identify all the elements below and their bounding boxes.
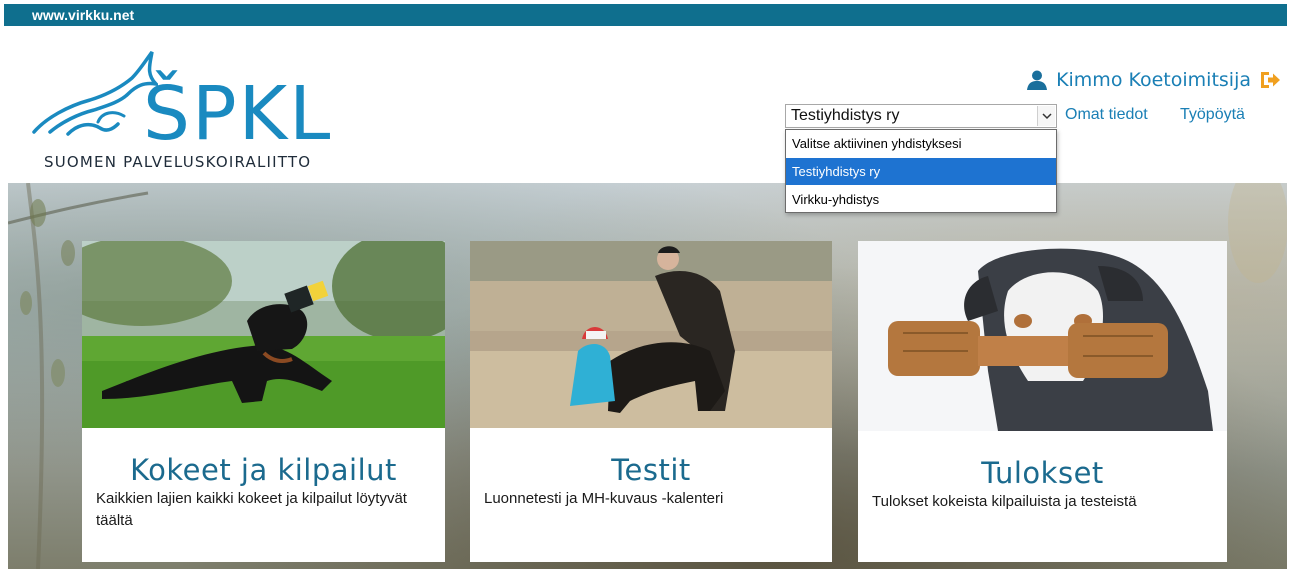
card-title: Tulokset bbox=[981, 456, 1104, 490]
desktop-link[interactable]: Työpöytä bbox=[1180, 106, 1245, 124]
card-title: Testit bbox=[611, 453, 691, 487]
association-dropdown-list: Valitse aktiivinen yhdistyksesi Testiyhd… bbox=[785, 129, 1057, 213]
user-name[interactable]: Kimmo Koetoimitsija bbox=[1056, 69, 1251, 91]
spkl-logo[interactable]: ŠPKL SUOMEN PALVELUSKOIRALIITTO bbox=[28, 48, 338, 178]
logo-letters: ŠPKL bbox=[143, 71, 333, 157]
association-select[interactable]: Testiyhdistys ry bbox=[785, 104, 1057, 128]
card-description: Luonnetesti ja MH-kuvaus -kalenteri bbox=[484, 490, 724, 507]
testit-image bbox=[470, 241, 832, 428]
dropdown-option-selected[interactable]: Testiyhdistys ry bbox=[786, 158, 1056, 185]
australian-shepherd-image bbox=[858, 241, 1227, 431]
dropdown-option[interactable]: Valitse aktiivinen yhdistyksesi bbox=[786, 130, 1056, 157]
logo-subtitle: SUOMEN PALVELUSKOIRALIITTO bbox=[44, 153, 312, 171]
chevron-down-icon[interactable] bbox=[1037, 106, 1055, 126]
card-title: Kokeet ja kilpailut bbox=[130, 453, 397, 487]
top-bar: www.virkku.net bbox=[4, 4, 1287, 26]
user-area: Kimmo Koetoimitsija bbox=[1026, 66, 1281, 94]
own-info-link[interactable]: Omat tiedot bbox=[1065, 106, 1148, 124]
card-description: Kaikkien lajien kaikki kokeet ja kilpail… bbox=[96, 490, 407, 529]
rottweiler-image bbox=[82, 241, 445, 428]
card-testit[interactable]: Testit Luonnetesti ja MH-kuvaus -kalente… bbox=[470, 241, 832, 562]
logout-icon[interactable] bbox=[1259, 69, 1281, 91]
user-icon bbox=[1027, 70, 1048, 90]
association-select-value: Testiyhdistys ry bbox=[791, 107, 900, 124]
card-description: Tulokset kokeista kilpailuista ja testei… bbox=[872, 493, 1137, 510]
site-link[interactable]: www.virkku.net bbox=[32, 7, 134, 23]
dropdown-option[interactable]: Virkku-yhdistys bbox=[786, 186, 1056, 213]
card-tulokset[interactable]: Tulokset Tulokset kokeista kilpailuista … bbox=[858, 241, 1227, 562]
dog-silhouette-icon bbox=[32, 50, 158, 136]
card-kokeet[interactable]: Kokeet ja kilpailut Kaikkien lajien kaik… bbox=[82, 241, 445, 562]
